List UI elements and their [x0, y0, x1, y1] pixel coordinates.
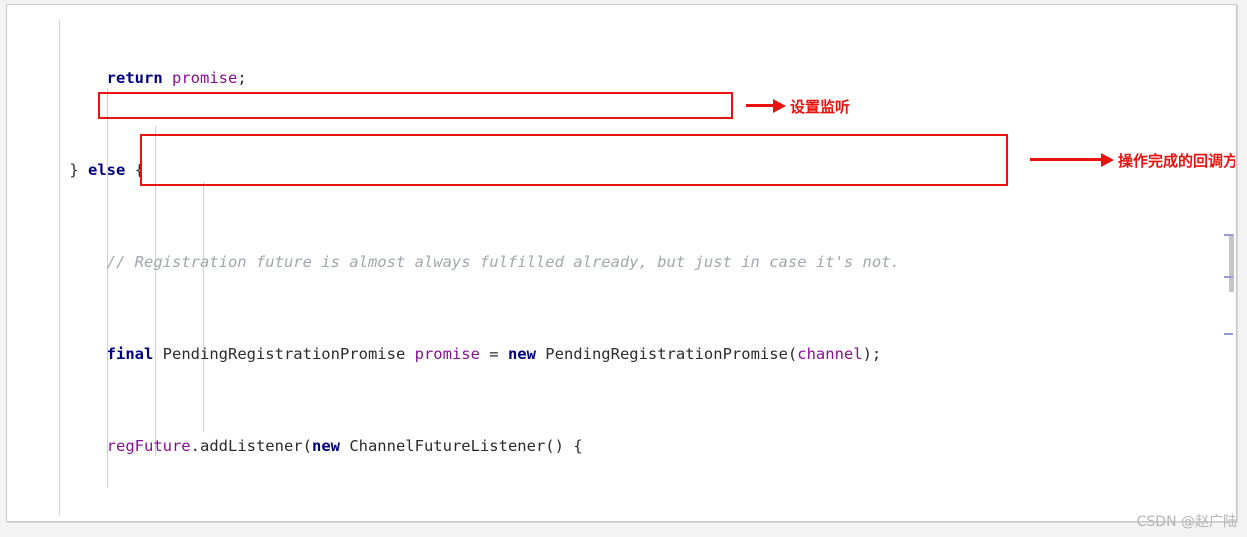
code-line[interactable]: return promise;	[8, 67, 1218, 90]
scrollbar-thumb[interactable]	[1229, 234, 1234, 292]
annotation-label-callback-method: 操作完成的回调方法	[1118, 152, 1235, 170]
change-marker	[1224, 333, 1233, 335]
editor-scrollbar-gutter[interactable]	[1221, 6, 1235, 520]
change-marker	[1224, 276, 1233, 278]
code-line-text: } else {	[32, 161, 144, 179]
code-line[interactable]: regFuture.addListener(new ChannelFutureL…	[8, 435, 1218, 458]
watermark-csdn: CSDN @赵广陆	[1136, 514, 1237, 530]
screenshot-root: return promise; } else { // Registration…	[0, 0, 1247, 537]
annotation-label-set-listener: 设置监听	[790, 98, 851, 116]
code-line[interactable]: final PendingRegistrationPromise promise…	[8, 343, 1218, 366]
code-line-text: regFuture.addListener(new ChannelFutureL…	[106, 437, 583, 455]
code-line-text: final PendingRegistrationPromise promise…	[106, 345, 882, 363]
code-line[interactable]: } else {	[8, 159, 1218, 182]
annotation-arrow-callback-method	[1030, 158, 1102, 161]
code-editor-viewport[interactable]: return promise; } else { // Registration…	[8, 6, 1235, 520]
code-block[interactable]: return promise; } else { // Registration…	[8, 6, 1218, 520]
code-line-text: // Registration future is almost always …	[32, 253, 900, 271]
code-line[interactable]: // Registration future is almost always …	[8, 251, 1218, 274]
change-marker	[1224, 234, 1233, 236]
code-line-text: return promise;	[106, 69, 247, 87]
annotation-arrow-set-listener	[746, 104, 774, 107]
code-editor-frame: return promise; } else { // Registration…	[6, 4, 1237, 522]
